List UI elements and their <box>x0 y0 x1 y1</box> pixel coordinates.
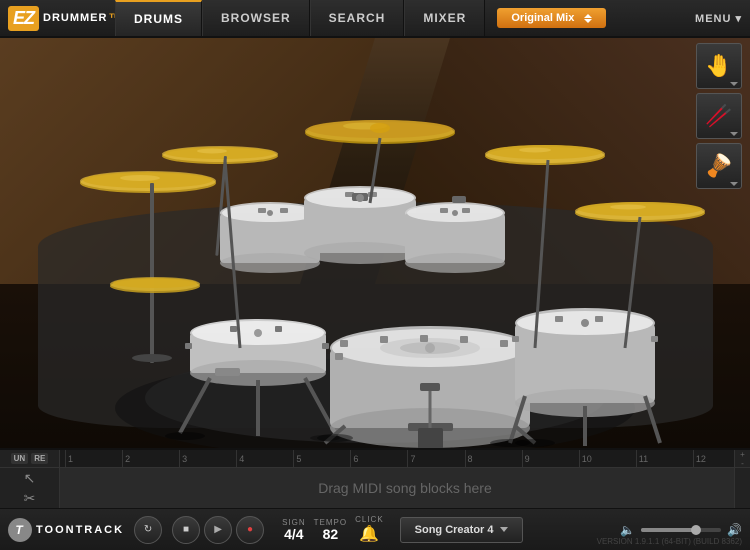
volume-high-icon: 🔊 <box>727 523 742 537</box>
cursor-tool-icon[interactable]: ↖ <box>24 470 36 487</box>
volume-fill <box>641 528 693 532</box>
volume-track[interactable] <box>641 528 721 532</box>
stop-button[interactable]: ■ <box>172 516 200 544</box>
toontrack-circle-icon: T <box>8 518 32 542</box>
play-icon: ▶ <box>214 524 222 535</box>
drag-midi-text: Drag MIDI song blocks here <box>318 480 492 496</box>
undo-label[interactable]: UN <box>11 453 29 464</box>
song-creator-label: Song Creator 4 <box>415 524 494 536</box>
toontrack-logo: T TOONTRACK <box>8 518 124 542</box>
play-button[interactable]: ▶ <box>204 516 232 544</box>
tambourine-icon-panel[interactable]: 🪘 <box>696 143 742 189</box>
tab-drums[interactable]: DRUMS <box>115 0 202 36</box>
stop-icon: ■ <box>183 524 189 535</box>
tab-mixer[interactable]: MIXER <box>404 0 485 36</box>
original-mix-label: Original Mix <box>511 12 574 24</box>
ruler-bar: UN RE 1 2 3 4 5 6 7 8 9 10 11 12 + - <box>0 450 750 468</box>
track-content[interactable]: Drag MIDI song blocks here <box>60 468 750 508</box>
record-icon: ● <box>247 524 253 535</box>
ruler-2: 2 <box>122 450 179 467</box>
tab-search[interactable]: SEARCH <box>310 0 405 36</box>
sign-value[interactable]: 4/4 <box>284 527 303 541</box>
ruler-1: 1 <box>65 450 122 467</box>
panel-chevron-1 <box>730 82 738 86</box>
ruler-6: 6 <box>350 450 407 467</box>
metronome-icon[interactable]: 🔔 <box>359 524 379 544</box>
ruler-9: 9 <box>522 450 579 467</box>
toontrack-label: TOONTRACK <box>36 524 124 536</box>
tempo-value[interactable]: 82 <box>323 527 339 541</box>
ruler-10: 10 <box>579 450 636 467</box>
drum-kit-svg <box>0 38 750 448</box>
right-panel: 🤚 🥢 🪘 <box>696 43 742 189</box>
song-creator-button[interactable]: Song Creator 4 <box>400 517 523 543</box>
track-controls: ↖ ✂ <box>0 468 60 508</box>
redo-label[interactable]: RE <box>31 453 48 464</box>
click-label: CLICK <box>355 515 384 524</box>
ruler-3: 3 <box>179 450 236 467</box>
mix-arrows-icon <box>584 14 592 23</box>
record-button[interactable]: ● <box>236 516 264 544</box>
hand-icon-panel[interactable]: 🤚 <box>696 43 742 89</box>
ruler-controls: UN RE <box>0 450 60 467</box>
time-signature-group: SIGN 4/4 <box>282 518 306 541</box>
scroll-controls: + - <box>734 450 750 467</box>
logo-ez-text: EZ <box>8 6 39 31</box>
volume-thumb[interactable] <box>691 525 701 535</box>
menu-button[interactable]: MENU ▾ <box>695 12 742 25</box>
scrollbar[interactable] <box>734 468 750 508</box>
original-mix-button[interactable]: Original Mix <box>497 8 606 28</box>
zoom-in-btn[interactable]: + <box>740 450 745 459</box>
ez-logo: EZ DRUMMER ™2 <box>0 6 110 31</box>
refresh-button[interactable]: ↻ <box>134 516 162 544</box>
volume-low-icon: 🔈 <box>620 523 635 537</box>
panel-chevron-2 <box>730 132 738 136</box>
ruler-7: 7 <box>407 450 464 467</box>
track-row: ↖ ✂ Drag MIDI song blocks here <box>0 468 750 508</box>
drumstick-icon: 🥢 <box>705 103 732 129</box>
nav-tabs: DRUMS BROWSER SEARCH MIXER <box>115 0 485 36</box>
ruler-marks: 1 2 3 4 5 6 7 8 9 10 11 12 <box>65 450 750 467</box>
logo-drummer-text: DRUMMER <box>43 12 107 24</box>
tambourine-icon: 🪘 <box>705 153 732 179</box>
top-bar: EZ DRUMMER ™2 DRUMS BROWSER SEARCH MIXER… <box>0 0 750 38</box>
volume-slider-area: 🔈 🔊 <box>620 523 742 537</box>
ruler-11: 11 <box>636 450 693 467</box>
zoom-out-btn[interactable]: - <box>741 459 744 468</box>
tab-browser[interactable]: BROWSER <box>202 0 310 36</box>
ruler-5: 5 <box>293 450 350 467</box>
click-group: CLICK 🔔 <box>355 515 384 544</box>
refresh-icon: ↻ <box>144 524 152 535</box>
scissors-tool-icon[interactable]: ✂ <box>24 490 36 507</box>
sequencer-area: UN RE 1 2 3 4 5 6 7 8 9 10 11 12 + - ↖ ✂ <box>0 448 750 508</box>
hand-icon: 🤚 <box>705 53 732 79</box>
ruler-4: 4 <box>236 450 293 467</box>
tempo-group: TEMPO 82 <box>314 518 347 541</box>
version-text: VERSION 1.9.1.1 (64-BIT) (BUILD 8362) <box>597 537 742 546</box>
drum-kit-area: 🤚 🥢 🪘 <box>0 38 750 448</box>
panel-chevron-3 <box>730 182 738 186</box>
ruler-8: 8 <box>465 450 522 467</box>
stick-icon-panel[interactable]: 🥢 <box>696 93 742 139</box>
sign-tempo-click: SIGN 4/4 TEMPO 82 CLICK 🔔 <box>282 515 384 544</box>
transport-controls: ■ ▶ ● <box>172 516 264 544</box>
